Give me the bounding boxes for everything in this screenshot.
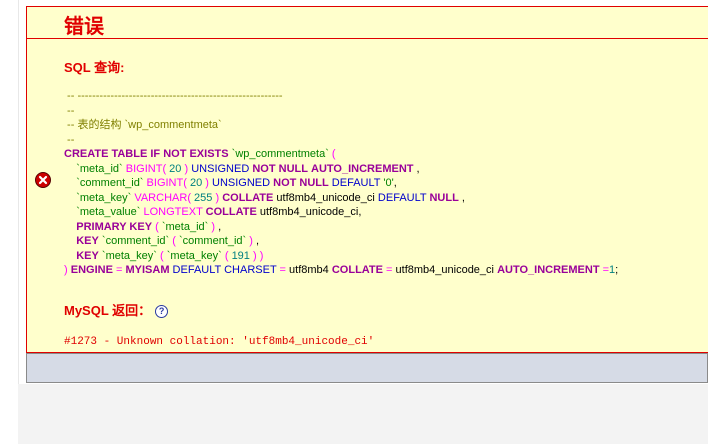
sql-column: `comment_id` (76, 177, 144, 189)
sql-code-block: -- -------------------------------------… (64, 90, 619, 276)
sql-number: 20 (189, 177, 203, 189)
sql-punct: ( (328, 148, 336, 160)
error-title: 错误 (64, 16, 104, 38)
help-icon[interactable]: ? (155, 305, 169, 318)
sql-string: '0' (383, 177, 394, 189)
error-x-icon (35, 172, 51, 188)
sql-key-name: `comment_id` (101, 235, 170, 247)
sql-keyword: ENGINE (70, 264, 113, 276)
sql-keyword: DEFAULT CHARSET (172, 264, 277, 276)
sql-column: `meta_key` (166, 249, 222, 262)
sql-type: BIGINT (125, 162, 163, 175)
sql-number: 255 (194, 191, 213, 204)
sql-type: VARCHAR (134, 191, 188, 204)
status-bar (26, 353, 708, 383)
sql-keyword: CREATE TABLE IF NOT EXISTS (64, 148, 229, 160)
mysql-returns-label: MySQL 返回：? (64, 300, 169, 319)
left-gutter (0, 0, 19, 444)
title-divider (27, 38, 708, 39)
sql-keyword: NULL (429, 191, 459, 204)
sql-comment: -- (64, 133, 75, 146)
sql-column: `meta_key` (76, 191, 132, 204)
sql-keyword: DEFAULT (377, 191, 427, 204)
sql-keyword: NOT NULL (273, 177, 329, 189)
sql-column: `meta_id` (161, 220, 209, 233)
sql-keyword: NOT NULL (252, 162, 308, 175)
sql-type: LONGTEXT (143, 206, 203, 218)
sql-keyword: UNSIGNED (191, 162, 250, 175)
sql-keyword: MYISAM (125, 264, 170, 276)
sql-type: BIGINT (146, 177, 184, 189)
sql-keyword: KEY (76, 235, 99, 247)
sql-comment: -- 表的结构 `wp_commentmeta` (64, 119, 222, 131)
sql-keyword: COLLATE (222, 191, 274, 204)
sql-column: `meta_id` (76, 162, 123, 175)
sql-keyword: KEY (76, 249, 99, 262)
sql-number: 20 (169, 162, 182, 175)
sql-charset: utf8mb4 (289, 264, 329, 276)
sql-keyword: DEFAULT (331, 177, 381, 189)
sql-keyword: COLLATE (331, 264, 383, 276)
sql-column: `comment_id` (178, 235, 247, 247)
sql-key-name: `meta_key` (101, 249, 157, 262)
sql-comment: -- -------------------------------------… (64, 90, 283, 102)
sql-table-name: `wp_commentmeta` (231, 148, 329, 160)
error-message: #1273 - Unknown collation: 'utf8mb4_unic… (64, 336, 375, 348)
sql-query-label: SQL 查询: (64, 60, 125, 75)
sql-comment: -- (64, 104, 75, 117)
sql-collation: utf8mb4_unicode_ci (395, 264, 494, 276)
sql-keyword: AUTO_INCREMENT (497, 264, 600, 276)
sql-number: 191 (231, 249, 250, 262)
sql-column: `meta_value` (76, 206, 141, 218)
sql-collation: utf8mb4_unicode_ci (259, 206, 359, 218)
sql-keyword: PRIMARY KEY (76, 220, 153, 233)
sql-keyword: COLLATE (205, 206, 257, 218)
mysql-label-text: MySQL 返回： (64, 303, 152, 318)
error-panel: 错误 SQL 查询: -- --------------------------… (26, 6, 708, 353)
sql-number: 1 (609, 264, 616, 276)
page-background (18, 384, 708, 444)
sql-collation: utf8mb4_unicode_ci (276, 191, 375, 204)
sql-keyword: UNSIGNED (212, 177, 271, 189)
sql-keyword: AUTO_INCREMENT (311, 162, 414, 175)
